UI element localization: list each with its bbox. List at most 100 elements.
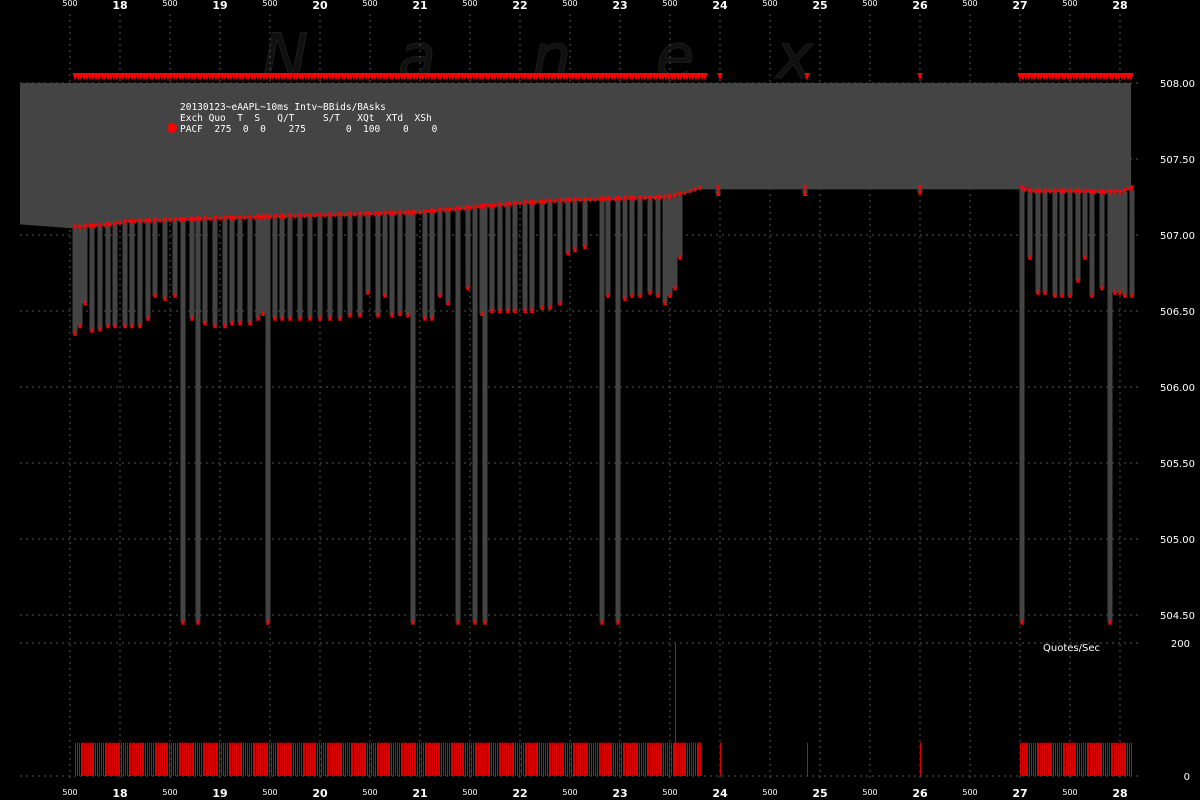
x-tick-label: 27 bbox=[1012, 787, 1027, 800]
bid-drop-bar bbox=[287, 217, 293, 319]
bid-drop-bar bbox=[565, 201, 571, 254]
bid-drop-bar bbox=[247, 218, 253, 324]
x-minor-tick-label: 500 bbox=[162, 0, 177, 8]
bid-drop-bar bbox=[522, 204, 528, 311]
bid-drop-bar bbox=[89, 227, 95, 331]
x-minor-tick-label: 500 bbox=[262, 788, 277, 797]
x-minor-tick-label: 500 bbox=[862, 788, 877, 797]
bid-drop-bar bbox=[272, 218, 278, 319]
bid-drop-bar bbox=[1067, 192, 1073, 296]
bid-drop-bar bbox=[279, 217, 285, 319]
bid-drop-bar bbox=[337, 216, 343, 319]
bid-drop-bar bbox=[572, 201, 578, 251]
bid-drop-bar bbox=[605, 200, 611, 296]
y-tick-label: 507.00 bbox=[1160, 231, 1195, 242]
x-tick-label: 22 bbox=[512, 787, 527, 800]
bid-drop-bar bbox=[547, 202, 553, 308]
bid-drop-bar bbox=[317, 216, 323, 319]
x-tick-label: 21 bbox=[412, 787, 427, 800]
bid-drop-bar bbox=[672, 197, 678, 289]
bid-drop-bar bbox=[1082, 192, 1088, 258]
bid-drop-bar bbox=[582, 201, 588, 248]
x-tick-label: 19 bbox=[212, 0, 227, 12]
bid-drop-bar bbox=[82, 228, 88, 304]
bid-drop-bar bbox=[1035, 192, 1041, 293]
bid-drop-bar bbox=[529, 203, 535, 311]
x-minor-tick-label: 500 bbox=[762, 788, 777, 797]
bid-drop-bar bbox=[222, 219, 228, 327]
x-minor-tick-label: 500 bbox=[562, 0, 577, 8]
x-minor-tick-label: 500 bbox=[162, 788, 177, 797]
bid-drop-bar bbox=[97, 226, 103, 330]
x-tick-label: 26 bbox=[912, 0, 928, 12]
bid-drop-bar bbox=[422, 213, 428, 319]
x-minor-tick-label: 500 bbox=[62, 0, 77, 8]
bid-drop-bar bbox=[105, 226, 111, 327]
x-tick-label: 25 bbox=[812, 0, 827, 12]
price-chart: N a n e x 18 18 19 19 20 20 21 21 22 22 23 23 24 24 25… bbox=[0, 0, 1200, 800]
bid-drop-bar bbox=[445, 211, 451, 304]
bid-drop-bar bbox=[472, 208, 478, 623]
x-minor-tick-label: 500 bbox=[962, 788, 977, 797]
y-tick-label: 507.50 bbox=[1160, 155, 1195, 166]
bid-drop-bar bbox=[389, 214, 395, 316]
y-tick-label: 506.00 bbox=[1160, 383, 1195, 394]
bid-drop-bar bbox=[77, 228, 83, 327]
x-minor-tick-label: 500 bbox=[62, 788, 77, 797]
bid-drop-bar bbox=[237, 219, 243, 324]
exchange-marker-icon bbox=[167, 123, 177, 133]
bid-drop-bar bbox=[1075, 192, 1081, 281]
bid-drop-bar bbox=[662, 198, 668, 304]
bid-drop-bar bbox=[195, 220, 201, 623]
bid-drop-bar bbox=[1019, 190, 1025, 623]
x-tick-label: 20 bbox=[312, 787, 328, 800]
bid-drop-bar bbox=[505, 205, 511, 311]
bid-drop-bar bbox=[410, 213, 416, 623]
bid-drop-bar bbox=[260, 218, 266, 315]
x-minor-tick-label: 500 bbox=[1062, 0, 1077, 8]
bid-drop-bar bbox=[599, 200, 605, 623]
bid-drop-bar bbox=[162, 221, 168, 299]
bid-drop-bar bbox=[297, 217, 303, 319]
volume-label: Quotes/Sec bbox=[1043, 643, 1100, 654]
x-tick-label: 25 bbox=[812, 787, 827, 800]
x-minor-tick-label: 500 bbox=[262, 0, 277, 8]
bid-drop-bar bbox=[655, 198, 661, 296]
bid-drop-bar bbox=[1089, 193, 1095, 296]
bid-drop-bar bbox=[1027, 192, 1033, 258]
bid-drop-bar bbox=[202, 220, 208, 324]
watermark-letter: N bbox=[262, 20, 308, 93]
bid-drop-bar bbox=[637, 199, 643, 296]
x-minor-tick-label: 500 bbox=[662, 0, 677, 8]
bid-drop-bar bbox=[1117, 193, 1123, 293]
bid-drop-bar bbox=[180, 220, 186, 623]
bid-drop-bar bbox=[172, 221, 178, 296]
x-minor-tick-label: 500 bbox=[562, 788, 577, 797]
x-tick-label: 22 bbox=[512, 0, 527, 12]
watermark-letter: x bbox=[774, 20, 814, 93]
bid-drop-bar bbox=[307, 217, 313, 319]
volume-y-tick-label: 200 bbox=[1171, 639, 1190, 650]
bid-drop-bar bbox=[1112, 193, 1118, 293]
x-minor-tick-label: 500 bbox=[862, 0, 877, 8]
x-tick-label: 28 bbox=[1112, 787, 1127, 800]
bid-drop-bar bbox=[327, 216, 333, 319]
info-row: PACF 275 0 0 275 0 100 0 0 bbox=[180, 124, 438, 135]
watermark-letter: a bbox=[398, 20, 436, 93]
bid-drop-bar bbox=[482, 207, 488, 623]
x-minor-tick-label: 500 bbox=[362, 788, 377, 797]
x-tick-label: 18 bbox=[112, 787, 127, 800]
x-tick-label: 26 bbox=[912, 787, 928, 800]
watermark-letter: e bbox=[656, 20, 694, 93]
bid-drop-bar bbox=[122, 223, 128, 327]
bid-drop-bar bbox=[455, 210, 461, 623]
bid-drop-bar bbox=[429, 212, 435, 319]
bid-drop-bar bbox=[647, 199, 653, 293]
x-minor-tick-label: 500 bbox=[462, 788, 477, 797]
bid-drop-bar bbox=[1122, 192, 1128, 296]
bid-drop-bar bbox=[357, 215, 363, 316]
bid-drop-bar bbox=[347, 215, 353, 316]
y-tick-label: 505.50 bbox=[1160, 459, 1195, 470]
bid-drop-bar bbox=[212, 219, 218, 327]
y-tick-label: 506.50 bbox=[1160, 307, 1195, 318]
